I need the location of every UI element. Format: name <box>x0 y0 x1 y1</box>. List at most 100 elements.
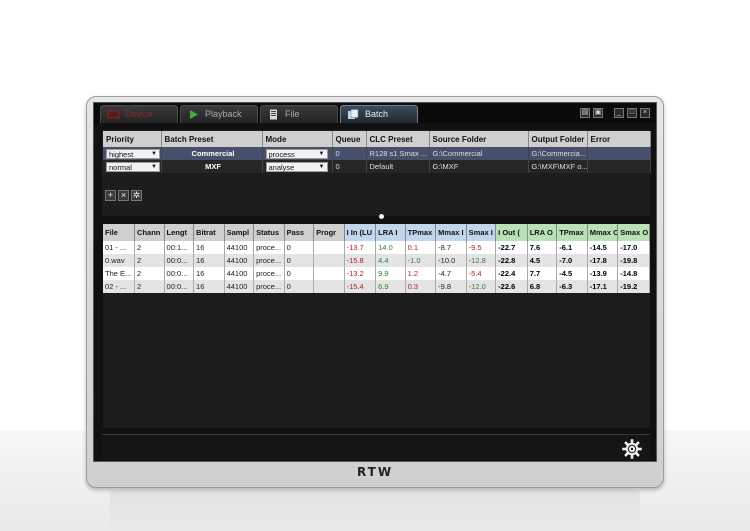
header-mode[interactable]: Mode <box>262 131 333 147</box>
add-icon[interactable]: + <box>105 190 116 201</box>
mode-select[interactable]: analyse ▼ <box>265 161 328 172</box>
restore-icon[interactable]: ▣ <box>593 108 603 118</box>
cell-length: 00:0... <box>164 280 195 293</box>
results-table: File Chann Lengt Bitrat Sampl Status Pas… <box>103 224 650 293</box>
cell-i-out: -22.6 <box>495 280 528 293</box>
output-folder-cell[interactable]: G:\Commercia... <box>528 147 588 160</box>
results-header-row: File Chann Lengt Bitrat Sampl Status Pas… <box>103 224 650 241</box>
maximize-icon[interactable]: □ <box>627 108 637 118</box>
cell-mmax-out: -17.1 <box>587 280 619 293</box>
cell-samplerate: 44100 <box>224 280 255 293</box>
settings-small-icon[interactable]: ✲ <box>131 190 142 201</box>
batch-row[interactable]: normal ▼ MXF analyse ▼ 0 Default G:\MXF G:… <box>103 160 651 173</box>
cell-status: proce... <box>253 280 285 293</box>
device-icon <box>107 110 120 119</box>
batch-icon <box>348 109 359 119</box>
clc-preset-cell[interactable]: Default <box>366 160 430 173</box>
header-lra-in[interactable]: LRA I <box>375 224 406 241</box>
cell-progress <box>313 280 345 293</box>
close-icon[interactable]: × <box>640 108 650 118</box>
cell-pass: 0 <box>284 241 315 254</box>
cell-mmax-out: -14.5 <box>587 241 619 254</box>
header-pass[interactable]: Pass <box>284 224 315 241</box>
tab-batch[interactable]: Batch <box>340 105 418 123</box>
cell-channels: 2 <box>134 241 165 254</box>
header-mmax-in[interactable]: Mmax I <box>435 224 467 241</box>
file-icon <box>270 109 277 120</box>
header-clc-preset[interactable]: CLC Preset <box>366 131 430 147</box>
header-queue[interactable]: Queue <box>332 131 367 147</box>
header-batch-preset[interactable]: Batch Preset <box>161 131 263 147</box>
mode-select[interactable]: process ▼ <box>265 148 328 159</box>
cell-i-out: -22.7 <box>495 241 528 254</box>
header-tpmax-in[interactable]: TPmax <box>405 224 437 241</box>
chevron-down-icon: ▼ <box>151 163 157 170</box>
cell-tpmax-in: 0.1 <box>405 241 437 254</box>
cell-progress <box>313 241 345 254</box>
clc-preset-cell[interactable]: R128 s1 Smax ... <box>366 147 430 160</box>
cell-mmax-in: -9.8 <box>435 280 467 293</box>
cell-file: The E... <box>103 267 136 280</box>
priority-value: normal <box>109 162 132 172</box>
cell-smax-out: -17.0 <box>617 241 650 254</box>
minimize-icon[interactable]: _ <box>614 108 624 118</box>
cell-samplerate: 44100 <box>224 267 255 280</box>
cell-tpmax-out: -6.3 <box>556 280 588 293</box>
table-row[interactable]: 02 - ... 2 00:0... 16 44100 proce... 0 -… <box>103 280 650 293</box>
cell-progress <box>313 254 345 267</box>
header-smax-in[interactable]: Smax I <box>466 224 497 241</box>
header-file[interactable]: File <box>103 224 136 241</box>
window-controls: ▤ ▣ _ □ × <box>580 108 650 118</box>
cell-pass: 0 <box>284 254 315 267</box>
tab-device[interactable]: Device <box>100 105 178 123</box>
table-row[interactable]: 01 - ... 2 00:1... 16 44100 proce... 0 -… <box>103 241 650 254</box>
cell-mmax-in: -10.0 <box>435 254 467 267</box>
cell-mmax-out: -17.8 <box>587 254 619 267</box>
cell-lra-out: 4.5 <box>527 254 558 267</box>
cell-tpmax-in: -1.0 <box>405 254 437 267</box>
cell-lra-in: 4.4 <box>375 254 406 267</box>
tab-file[interactable]: File <box>260 105 338 123</box>
header-tpmax-out[interactable]: TPmax <box>556 224 588 241</box>
header-samplerate[interactable]: Sampl <box>224 224 255 241</box>
table-row[interactable]: 0.wav 2 00:0... 16 44100 proce... 0 -15.… <box>103 254 650 267</box>
header-source-folder[interactable]: Source Folder <box>429 131 529 147</box>
header-priority[interactable]: Priority <box>103 131 162 147</box>
header-status[interactable]: Status <box>253 224 285 241</box>
remove-icon[interactable]: × <box>118 190 129 201</box>
table-row[interactable]: The E... 2 00:0... 16 44100 proce... 0 -… <box>103 267 650 280</box>
header-length[interactable]: Lengt <box>164 224 195 241</box>
output-folder-cell[interactable]: G:\MXF\MXF o... <box>528 160 588 173</box>
header-bitrate[interactable]: Bitrat <box>193 224 225 241</box>
batch-row[interactable]: highest ▼ Commercial process ▼ 0 R128 s1 S… <box>103 147 651 160</box>
cell-smax-in: -5.4 <box>466 267 497 280</box>
header-lra-out[interactable]: LRA O <box>527 224 558 241</box>
header-error[interactable]: Error <box>587 131 651 147</box>
header-output-folder[interactable]: Output Folder <box>528 131 588 147</box>
layout-icon[interactable]: ▤ <box>580 108 590 118</box>
header-smax-out[interactable]: Smax O <box>617 224 650 241</box>
source-folder-cell[interactable]: G:\Commercial <box>429 147 529 160</box>
splitter-handle[interactable] <box>379 214 384 219</box>
batch-table: Priority Batch Preset Mode Queue CLC Pre… <box>103 131 651 173</box>
cell-smax-out: -19.8 <box>617 254 650 267</box>
source-folder-cell[interactable]: G:\MXF <box>429 160 529 173</box>
gear-icon[interactable] <box>622 439 642 459</box>
cell-tpmax-in: 1.2 <box>405 267 437 280</box>
cell-smax-out: -14.8 <box>617 267 650 280</box>
cell-channels: 2 <box>134 254 165 267</box>
tab-playback[interactable]: Playback <box>180 105 258 123</box>
cell-status: proce... <box>253 267 285 280</box>
header-channels[interactable]: Chann <box>134 224 165 241</box>
priority-select[interactable]: normal ▼ <box>106 161 160 172</box>
header-i-out[interactable]: I Out ( <box>495 224 528 241</box>
cell-lra-in: 9.9 <box>375 267 406 280</box>
batch-preset-cell[interactable]: MXF <box>161 160 263 173</box>
cell-samplerate: 44100 <box>224 254 255 267</box>
header-progress[interactable]: Progr <box>313 224 345 241</box>
priority-select[interactable]: highest ▼ <box>106 148 160 159</box>
mode-value: process <box>268 149 295 159</box>
batch-preset-cell[interactable]: Commercial <box>161 147 263 160</box>
header-i-in[interactable]: I In (LU <box>344 224 377 241</box>
header-mmax-out[interactable]: Mmax O <box>587 224 619 241</box>
